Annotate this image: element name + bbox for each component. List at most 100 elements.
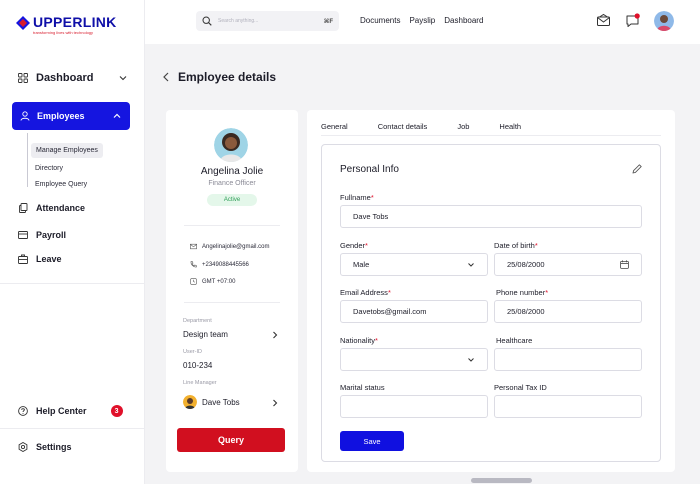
department-value: Design team (183, 330, 228, 339)
chevron-down-icon (119, 76, 127, 81)
gear-icon (18, 442, 28, 452)
marital-status-field[interactable] (340, 395, 488, 418)
search-shortcut: ⌘F (323, 18, 333, 25)
help-icon (18, 406, 28, 416)
search-icon (202, 16, 212, 26)
nationality-select[interactable] (340, 348, 488, 371)
form-title: Personal Info (340, 164, 399, 175)
link-documents[interactable]: Documents (360, 16, 400, 25)
divider (184, 225, 280, 226)
sidebar-subitem-manage-employees[interactable]: Manage Employees (31, 143, 103, 158)
tab-general[interactable]: General (321, 122, 348, 136)
required-mark: * (387, 288, 391, 297)
tab-contact-details[interactable]: Contact details (378, 122, 428, 136)
page-title: Employee details (162, 70, 276, 84)
sidebar-item-payroll[interactable]: Payroll (18, 230, 66, 240)
clock-icon (190, 278, 197, 285)
chat-notification-icon[interactable] (625, 13, 640, 33)
gender-select[interactable]: Male (340, 253, 488, 276)
top-bar: Search anything... ⌘F Documents Payslip … (145, 0, 700, 44)
nationality-label: Nationality* (340, 336, 378, 345)
sidebar-item-attendance[interactable]: Attendance (18, 203, 85, 213)
link-payslip[interactable]: Payslip (409, 16, 435, 25)
sidebar-subitem-directory[interactable]: Directory (35, 165, 63, 172)
email-label: Email Address* (340, 288, 391, 297)
edit-pencil-icon[interactable] (631, 163, 643, 175)
chevron-right-icon[interactable] (272, 399, 278, 407)
sidebar-item-label: Payroll (36, 230, 67, 240)
link-dashboard[interactable]: Dashboard (444, 16, 483, 25)
sidebar-item-dashboard[interactable]: Dashboard (18, 72, 128, 84)
search-bar[interactable]: Search anything... ⌘F (196, 11, 339, 31)
tab-health[interactable]: Health (499, 122, 521, 136)
sidebar-item-employees[interactable]: Employees (12, 102, 130, 130)
phone-icon (190, 261, 197, 268)
query-button[interactable]: Query (177, 428, 285, 452)
details-card: General Contact details Job Health Perso… (307, 110, 675, 472)
mail-icon[interactable] (596, 13, 611, 33)
profile-role: Finance Officer (208, 180, 256, 187)
tax-id-label: Personal Tax ID (494, 383, 547, 392)
line-manager-label: Line Manager (183, 380, 217, 386)
required-mark: * (534, 241, 538, 250)
profile-card: Angelina Jolie Finance Officer Active An… (166, 110, 298, 472)
line-manager-value: Dave Tobs (202, 398, 240, 407)
tab-bar: General Contact details Job Health (321, 122, 551, 136)
sidebar-item-settings[interactable]: Settings (18, 442, 72, 452)
brand-logo[interactable]: UPPERLINK transforming lives with techno… (16, 14, 117, 35)
nationality-label-text: Nationality (340, 336, 376, 345)
notification-badge: 3 (110, 405, 123, 417)
gender-label: Gender* (340, 241, 368, 250)
sidebar-item-label: Dashboard (36, 72, 94, 84)
sidebar-item-label: Employees (37, 111, 85, 121)
healthcare-field[interactable] (494, 348, 642, 371)
sidebar-item-help-center[interactable]: Help Center 3 (18, 405, 123, 417)
chevron-down-icon (468, 262, 474, 267)
required-mark: * (375, 336, 378, 345)
phone-label-text: Phone number (496, 288, 546, 297)
dob-label-text: Date of birth (494, 241, 535, 250)
user-id-value: 010-234 (183, 361, 213, 370)
gender-value: Male (353, 260, 370, 269)
department-label: Department (183, 318, 212, 324)
attendance-icon (19, 203, 28, 213)
user-avatar[interactable] (654, 11, 674, 31)
back-chevron-icon[interactable] (162, 72, 170, 82)
profile-phone-text: +2349088445566 (202, 261, 249, 268)
profile-email-text: Angelinajolie@gmail.com (202, 243, 270, 250)
sidebar-divider (0, 428, 145, 429)
sidebar-item-label: Leave (36, 254, 62, 264)
brand-tagline: transforming lives with technology (33, 30, 94, 35)
dob-field[interactable]: 25/08/2000 (494, 253, 642, 276)
sidebar-subitem-employee-query[interactable]: Employee Query (35, 181, 87, 188)
horizontal-scrollbar[interactable] (471, 478, 532, 483)
tax-id-field[interactable] (494, 395, 642, 418)
upperlink-logo-icon (16, 16, 30, 30)
profile-avatar (214, 128, 248, 162)
divider (184, 302, 280, 303)
sidebar-item-label: Attendance (36, 203, 86, 213)
personal-info-form: Personal Info Fullname * Dave Tobs Gender… (321, 144, 661, 462)
profile-timezone-text: GMT +07:00 (202, 278, 236, 285)
chevron-right-icon[interactable] (272, 331, 278, 339)
sidebar-item-label: Help Center (36, 406, 87, 416)
dob-value: 25/08/2000 (507, 260, 545, 269)
fullname-label-text: Fullname (340, 193, 371, 202)
page-title-text: Employee details (178, 70, 277, 84)
fullname-field[interactable]: Dave Tobs (340, 205, 642, 228)
marital-status-label: Marital status (340, 383, 385, 392)
tab-job[interactable]: Job (457, 122, 469, 136)
sidebar-item-leave[interactable]: Leave (18, 254, 62, 264)
top-links: Documents Payslip Dashboard (360, 16, 483, 25)
tab-underline (321, 135, 661, 136)
healthcare-label: Healthcare (496, 336, 533, 345)
email-field[interactable]: Davetobs@gmail.com (340, 300, 488, 323)
submenu-line (27, 133, 28, 187)
calendar-icon[interactable] (620, 260, 629, 269)
phone-field[interactable]: 25/08/2000 (494, 300, 642, 323)
required-mark: * (365, 241, 368, 250)
save-button[interactable]: Save (340, 431, 404, 451)
search-input[interactable]: Search anything... (218, 18, 318, 24)
mail-icon (190, 243, 197, 250)
email-value: Davetobs@gmail.com (353, 307, 427, 316)
